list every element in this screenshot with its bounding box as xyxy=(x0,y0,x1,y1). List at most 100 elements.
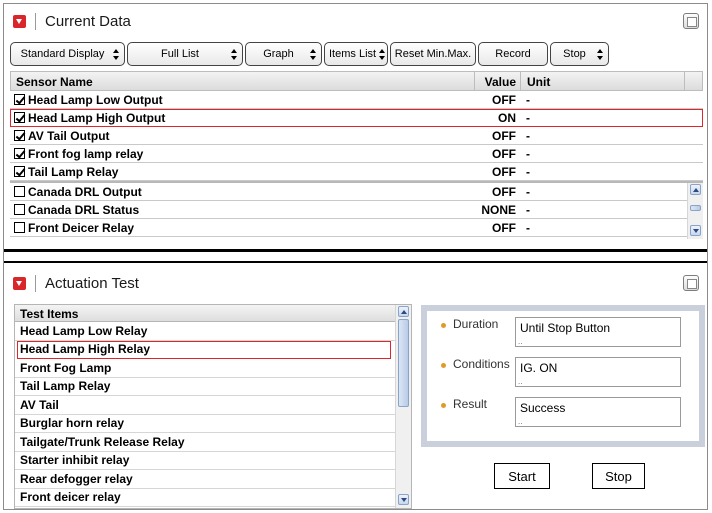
table-row[interactable]: Canada DRL Output OFF - xyxy=(10,183,703,201)
field-label: Result xyxy=(453,397,488,411)
updown-arrow-icon xyxy=(379,48,385,60)
column-unit[interactable]: Unit xyxy=(521,72,685,90)
sensor-name-cell: Canada DRL Status xyxy=(10,203,474,217)
table-row[interactable]: Front Deicer Relay OFF - xyxy=(10,219,703,237)
test-items-scrollbar[interactable] xyxy=(395,305,411,508)
sensor-name: Front fog lamp relay xyxy=(28,146,144,161)
test-info-fields: Duration Until Stop Button Conditions IG. O… xyxy=(427,311,699,441)
full-list-select[interactable]: Full List xyxy=(127,42,243,66)
sensor-unit: - xyxy=(526,146,530,161)
list-item[interactable]: Front Fog Lamp xyxy=(15,359,397,378)
standard-display-select[interactable]: Standard Display xyxy=(10,42,125,66)
scroll-thumb[interactable] xyxy=(398,319,409,407)
test-items-header: Test Items xyxy=(15,305,397,322)
panel-divider[interactable] xyxy=(4,249,707,252)
sensor-checkbox[interactable] xyxy=(14,204,25,215)
list-item[interactable]: Starter inhibit relay xyxy=(15,452,397,470)
sensor-value: NONE xyxy=(481,202,516,217)
updown-arrow-icon xyxy=(113,48,120,60)
sensor-name-cell: Canada DRL Output xyxy=(10,185,474,199)
current-data-title: Current Data xyxy=(45,12,131,30)
list-item[interactable]: AV Tail xyxy=(15,396,397,415)
test-info-box: Duration Until Stop Button Conditions IG. O… xyxy=(421,305,705,447)
list-item[interactable]: Tail Lamp Relay xyxy=(15,378,397,396)
sensor-checkbox[interactable] xyxy=(14,222,25,233)
scroll-up-icon[interactable] xyxy=(398,306,409,317)
bullet-icon xyxy=(441,363,446,368)
actuation-test-title: Actuation Test xyxy=(45,274,139,292)
toolbar-label: Record xyxy=(495,48,531,60)
sensor-unit: - xyxy=(526,92,530,107)
sensor-value: OFF xyxy=(492,146,516,161)
sensor-value: OFF xyxy=(492,128,516,143)
test-items: Head Lamp Low Relay Head Lamp High Relay F… xyxy=(15,322,411,507)
table-row[interactable]: Tail Lamp Relay OFF - xyxy=(10,163,703,181)
sensor-checkbox[interactable] xyxy=(14,186,25,197)
sensor-name-cell: Front fog lamp relay xyxy=(10,147,474,161)
collapse-icon[interactable] xyxy=(13,14,26,28)
list-item[interactable]: Tailgate/Trunk Release Relay xyxy=(15,433,397,452)
updown-arrow-icon xyxy=(231,48,238,60)
sensor-table: Sensor Name Value Unit Head Lamp Low Out… xyxy=(10,71,703,239)
scroll-up-icon[interactable] xyxy=(690,184,701,195)
bullet-icon xyxy=(441,403,446,408)
table-row[interactable]: Canada DRL Status NONE - xyxy=(10,201,703,219)
sensor-name-cell: Head Lamp High Output xyxy=(10,111,474,125)
list-item[interactable]: Head Lamp High Relay xyxy=(17,340,391,359)
sensor-checkbox[interactable] xyxy=(14,166,25,177)
test-items-list: Test Items Head Lamp Low Relay Head Lamp … xyxy=(14,304,412,509)
scroll-down-icon[interactable] xyxy=(398,494,409,505)
sensor-value: OFF xyxy=(492,92,516,107)
stop-button[interactable]: Stop xyxy=(592,463,645,489)
sensor-checkbox[interactable] xyxy=(14,148,25,159)
graph-select[interactable]: Graph xyxy=(245,42,322,66)
stop-select[interactable]: Stop xyxy=(550,42,609,66)
toolbar-label: Stop xyxy=(563,48,586,60)
record-button[interactable]: Record xyxy=(478,42,548,66)
other-sensor-rows: Canada DRL Output OFF - Canada DRL Status NO… xyxy=(10,183,703,237)
current-data-toolbar: Standard Display Full List Graph Items List… xyxy=(10,42,609,66)
header-separator xyxy=(35,12,36,30)
list-item[interactable]: Head Lamp Low Relay xyxy=(15,322,397,341)
result-value: Success xyxy=(515,397,681,427)
sensor-name: Canada DRL Status xyxy=(28,202,140,217)
sensor-table-header: Sensor Name Value Unit xyxy=(10,71,703,91)
scroll-down-icon[interactable] xyxy=(690,225,701,236)
bullet-icon xyxy=(441,323,446,328)
sensor-checkbox[interactable] xyxy=(14,112,25,123)
sensor-checkbox[interactable] xyxy=(14,94,25,105)
table-row[interactable]: Head Lamp Low Output OFF - xyxy=(10,91,703,109)
sensor-checkbox[interactable] xyxy=(14,130,25,141)
column-filler xyxy=(685,72,702,90)
column-sensor-name[interactable]: Sensor Name xyxy=(11,72,475,90)
list-item[interactable]: Front deicer relay xyxy=(15,489,397,507)
maximize-icon[interactable] xyxy=(683,275,699,291)
sensor-name: Tail Lamp Relay xyxy=(28,164,119,179)
sensor-value: ON xyxy=(498,110,516,125)
start-button[interactable]: Start xyxy=(494,463,550,489)
table-row[interactable]: Front fog lamp relay OFF - xyxy=(10,145,703,163)
list-item[interactable]: Rear defogger relay xyxy=(15,470,397,489)
table-row[interactable]: Head Lamp High Output ON - xyxy=(10,109,703,127)
updown-arrow-icon xyxy=(310,48,317,60)
column-value[interactable]: Value xyxy=(475,72,521,90)
sensor-scrollbar[interactable] xyxy=(687,183,703,239)
collapse-icon[interactable] xyxy=(13,276,26,290)
reset-min-max-button[interactable]: Reset Min.Max. xyxy=(390,42,476,66)
field-label: Conditions xyxy=(453,357,510,371)
table-row[interactable]: AV Tail Output OFF - xyxy=(10,127,703,145)
sensor-name: Head Lamp High Output xyxy=(28,110,166,125)
toolbar-label: Graph xyxy=(263,48,294,60)
maximize-icon[interactable] xyxy=(683,13,699,29)
sensor-value: OFF xyxy=(492,220,516,235)
checked-sensor-rows: Head Lamp Low Output OFF - Head Lamp High O… xyxy=(10,91,703,181)
sensor-value: OFF xyxy=(492,184,516,199)
items-list-select[interactable]: Items List xyxy=(324,42,388,66)
list-item[interactable]: Burglar horn relay xyxy=(15,415,397,433)
toolbar-label: Standard Display xyxy=(20,48,105,60)
sensor-unit: - xyxy=(526,110,530,125)
result-field: Result Success xyxy=(427,397,681,427)
panel-divider-line xyxy=(4,261,707,263)
toolbar-label: Items List xyxy=(329,48,377,60)
scroll-thumb[interactable] xyxy=(690,205,701,211)
